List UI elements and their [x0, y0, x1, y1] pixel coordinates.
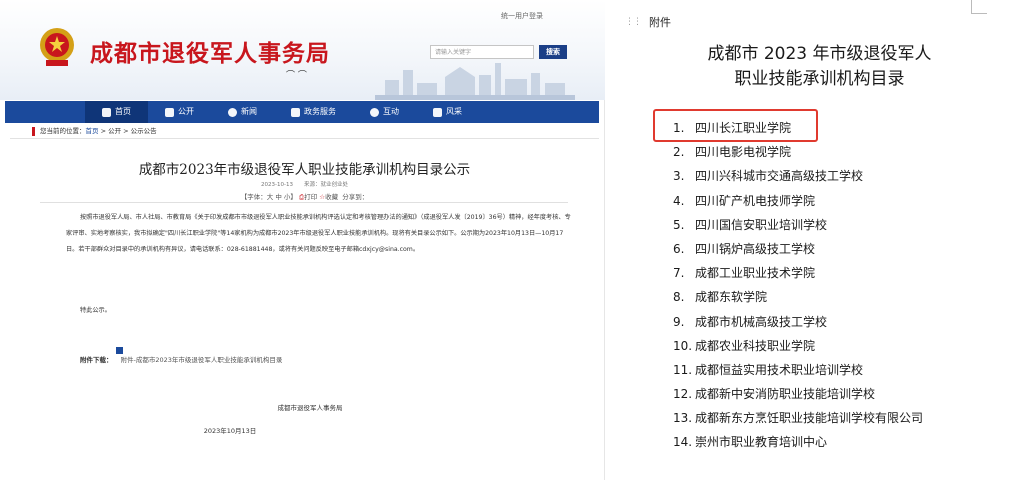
- nav-item-public[interactable]: 公开: [148, 101, 211, 123]
- attachment-label: 附件下载：: [80, 356, 113, 364]
- attachment-document: ⋮⋮ 附件 成都市 2023 年市级退役军人 职业技能承训机构目录 1. 四川长江…: [615, 0, 1024, 480]
- list-item: 8. 成都东软学院: [673, 287, 1003, 311]
- item-number: 6.: [673, 241, 685, 256]
- nav-item-news[interactable]: 新闻: [211, 101, 274, 123]
- item-number: 12.: [673, 387, 693, 402]
- site-title: 成都市退役军人事务局: [90, 40, 330, 67]
- list-item: 2. 四川电影电视学院: [673, 142, 1003, 166]
- breadcrumb: 您当前的位置：首页 > 公开 > 公示公告: [10, 124, 599, 139]
- item-number: 2.: [673, 145, 685, 160]
- badge-icon: [433, 107, 442, 117]
- nav-item-label: 政务服务: [304, 107, 336, 116]
- item-name: 成都东软学院: [695, 290, 768, 305]
- list-item: 13. 成都新东方烹饪职业技能培训学校有限公司: [673, 408, 1003, 432]
- item-number: 10.: [673, 338, 693, 353]
- list-item: 12. 成都新中安消防职业技能培训学校: [673, 384, 1003, 408]
- article: 成都市2023年市级退役军人职业技能承训机构目录公示 2023-10-13 来源…: [10, 140, 599, 480]
- item-name: 成都农业科技职业学院: [695, 338, 816, 353]
- list-item: 4. 四川矿产机电技师学院: [673, 191, 1003, 215]
- search-button[interactable]: 搜索: [539, 45, 567, 59]
- home-icon: [102, 107, 111, 117]
- nav-item-label: 首页: [115, 107, 131, 116]
- list-item: 3. 四川兴科城市交通高级技工学校: [673, 166, 1003, 190]
- article-tools: 【字体：大 中 小】 ⎙打印 ☆收藏 分享到：: [10, 191, 599, 202]
- article-meta: 2023-10-13 来源：就业创业处: [261, 182, 348, 188]
- user-login-link[interactable]: 统一用户登录: [501, 11, 543, 21]
- item-name: 成都新东方烹饪职业技能培训学校有限公司: [695, 411, 924, 426]
- item-name: 四川锅炉高级技工学校: [695, 241, 816, 256]
- item-name: 四川矿产机电技师学院: [695, 193, 816, 208]
- document-label: 附件: [649, 16, 671, 29]
- list-item: 10. 成都农业科技职业学院: [673, 336, 1003, 360]
- item-name: 成都新中安消防职业技能培训学校: [695, 387, 876, 402]
- item-number: 3.: [673, 169, 685, 184]
- chat-icon: [370, 107, 379, 117]
- site-header: 统一用户登录 成都市退役军人事务局 请输入关键字 搜索 ⌒ ⌒: [0, 0, 605, 100]
- attachment-link[interactable]: 附件-成都市2023年市级退役军人职业技能承训机构目录: [121, 356, 283, 364]
- attachment-row: 附件下载： 附件-成都市2023年市级退役军人职业技能承训机构目录: [80, 354, 282, 364]
- item-name: 四川兴科城市交通高级技工学校: [695, 169, 864, 184]
- share-label[interactable]: 分享到：: [342, 193, 368, 201]
- list-item: 11. 成都恒益实用技术职业培训学校: [673, 360, 1003, 384]
- globe-icon: [228, 107, 237, 117]
- city-skyline-illustration: [375, 63, 575, 100]
- item-number: 13.: [673, 411, 693, 426]
- person-icon: [291, 107, 300, 117]
- highlight-box: [653, 109, 818, 142]
- item-number: 9.: [673, 314, 685, 329]
- item-number: 11.: [673, 362, 693, 377]
- item-number: 7.: [673, 266, 685, 281]
- favorite-button[interactable]: 收藏: [325, 193, 338, 201]
- website-panel: 统一用户登录 成都市退役军人事务局 请输入关键字 搜索 ⌒ ⌒ 首页 公开 新闻…: [0, 0, 605, 480]
- item-number: 5.: [673, 217, 685, 232]
- breadcrumb-prefix: 您当前的位置：: [40, 127, 86, 135]
- list-item: 9. 成都市机械高级技工学校: [673, 312, 1003, 336]
- article-title: 成都市2023年市级退役军人职业技能承训机构目录公示: [138, 162, 471, 178]
- item-number: 8.: [673, 290, 685, 305]
- signature-date: 2023年10月13日: [203, 427, 257, 435]
- bird-icon: ⌒ ⌒: [286, 71, 307, 81]
- list-item: 14. 崇州市职业教育培训中心: [673, 432, 1003, 456]
- calendar-icon: [165, 107, 174, 117]
- nav-item-home[interactable]: 首页: [85, 101, 148, 123]
- main-nav: 首页 公开 新闻 政务服务 互动 风采: [5, 101, 599, 123]
- item-name: 成都恒益实用技术职业培训学校: [695, 362, 864, 377]
- drag-handle-icon[interactable]: ⋮⋮: [625, 17, 642, 27]
- nav-item-label: 互动: [383, 107, 399, 116]
- document-title-line1: 成都市 2023 年市级退役军人: [707, 44, 932, 64]
- nav-item-label: 风采: [446, 107, 462, 116]
- divider: [40, 202, 568, 203]
- print-button[interactable]: 打印: [304, 193, 317, 201]
- attachment-icon: [116, 347, 123, 354]
- item-number: 4.: [673, 193, 685, 208]
- nav-item-label: 公开: [178, 107, 194, 116]
- nav-item-label: 新闻: [241, 107, 257, 116]
- nav-item-interaction[interactable]: 互动: [353, 101, 416, 123]
- list-item: 6. 四川锅炉高级技工学校: [673, 239, 1003, 263]
- page-corner-mark: [971, 0, 987, 14]
- document-title-line2: 职业技能承训机构目录: [734, 69, 905, 89]
- national-emblem-icon: [40, 28, 74, 66]
- item-number: 14.: [673, 435, 693, 450]
- nav-item-services[interactable]: 政务服务: [274, 101, 353, 123]
- signature-org: 成都市退役军人事务局: [277, 404, 343, 412]
- item-name: 四川电影电视学院: [695, 145, 792, 160]
- nav-item-style[interactable]: 风采: [416, 101, 479, 123]
- item-name: 四川国信安职业培训学校: [695, 217, 828, 232]
- item-name: 成都工业职业技术学院: [695, 266, 816, 281]
- institution-list: 1. 四川长江职业学院 2. 四川电影电视学院 3. 四川兴科城市交通高级技工学校 4…: [673, 118, 1003, 457]
- list-item: 7. 成都工业职业技术学院: [673, 263, 1003, 287]
- article-body: 按照市退役军人局、市人社局、市教育局《关于印发成都市市级退役军人职业技能承训机构…: [66, 214, 571, 253]
- list-item: 5. 四川国信安职业培训学校: [673, 215, 1003, 239]
- article-closing: 特此公示。: [80, 307, 111, 314]
- breadcrumb-home-link[interactable]: 首页: [86, 127, 99, 135]
- item-name: 成都市机械高级技工学校: [695, 314, 828, 329]
- search-input[interactable]: 请输入关键字: [430, 45, 534, 59]
- item-name: 崇州市职业教育培训中心: [695, 435, 828, 450]
- breadcrumb-path[interactable]: > 公开 > 公示公告: [99, 127, 157, 135]
- font-size-switcher[interactable]: 【字体：大 中 小】: [241, 193, 297, 201]
